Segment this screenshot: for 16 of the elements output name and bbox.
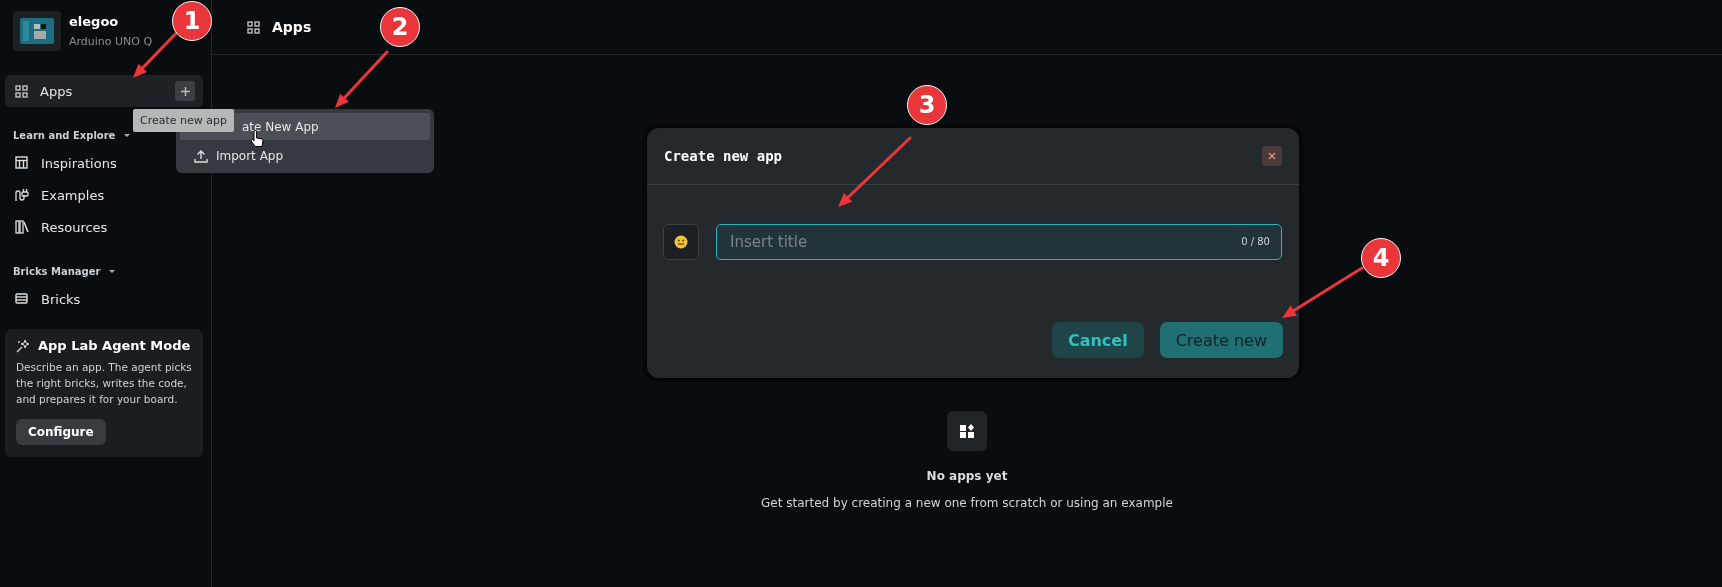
device-name: elegoo (69, 14, 120, 29)
section-title: Learn and Explore (13, 129, 116, 141)
section-title: Bricks Manager (13, 265, 101, 277)
step-marker: 1 (172, 1, 212, 41)
agent-description: Describe an app. The agent picks the right bricks, writes the code, and prepares it for your board. (16, 360, 193, 407)
empty-state-description: Get started by creating a new one from scratch or using an example (761, 496, 1173, 510)
step-marker: 3 (907, 85, 947, 125)
page-title: Apps (272, 19, 312, 35)
character-counter: 0 / 80 (1241, 236, 1270, 247)
step-marker: 4 (1361, 238, 1401, 278)
agent-title: App Lab Agent Mode (38, 338, 191, 353)
empty-state-title: No apps yet (926, 469, 1008, 483)
tooltip: Create new app (133, 109, 234, 132)
step-marker: 2 (380, 7, 420, 47)
dialog-title: Create new app (664, 148, 782, 164)
device-model: Arduino UNO Q (69, 35, 154, 48)
